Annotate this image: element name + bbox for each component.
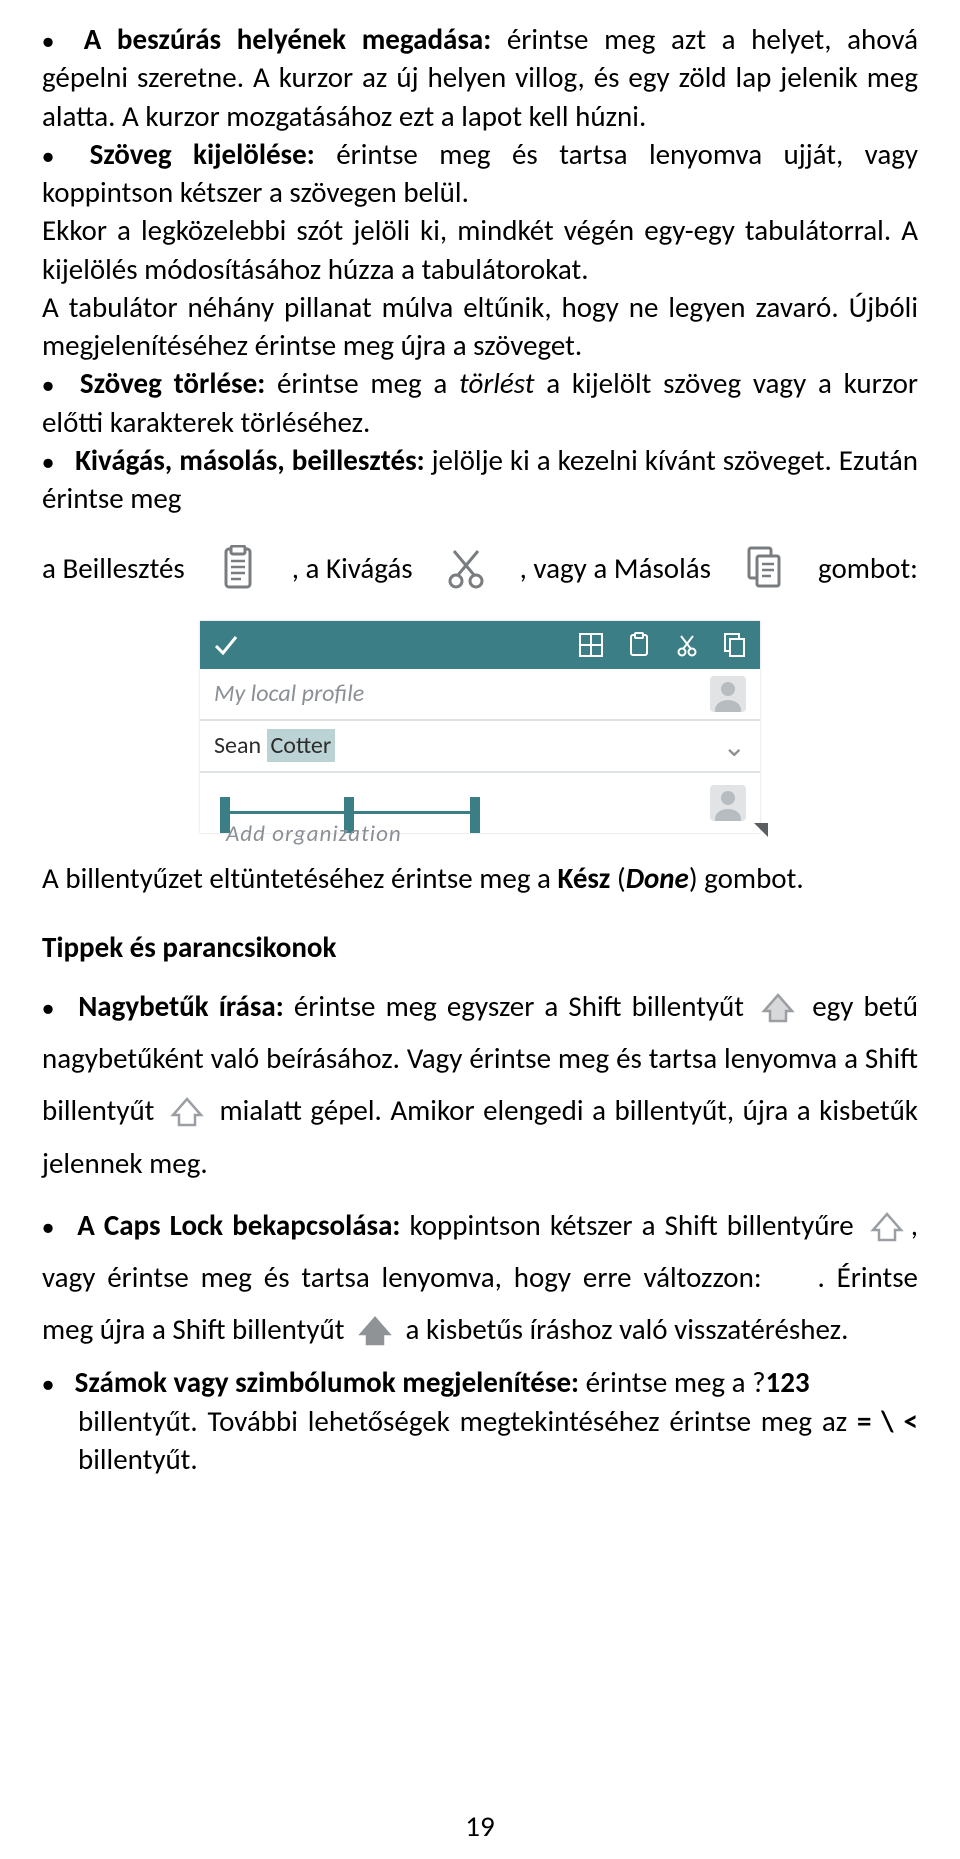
mock-label: Add organization: [226, 821, 402, 849]
bullet-cut-copy-paste: Kivágás, másolás, beillesztés: jelölje k…: [42, 441, 918, 518]
text: érintse meg a: [277, 365, 447, 401]
bullet-select-text: Szöveg kijelölése: érintse meg és tartsa…: [42, 135, 918, 212]
bullet-title: Számok vagy szimbólumok megjelenítése:: [75, 1364, 579, 1400]
bullet-title: A Caps Lock bekapcsolása:: [77, 1207, 400, 1243]
paste-icon: [216, 545, 260, 591]
copy-icon: [743, 545, 787, 591]
bullet-title: Nagybetűk írása:: [78, 988, 284, 1024]
bullet-title: Szöveg törlése:: [80, 365, 265, 401]
check-icon: [212, 631, 240, 659]
mock-row-org: Add organization: [200, 773, 760, 833]
shift-icon: [760, 991, 796, 1027]
paragraph: Ekkor a legközelebbi szót jelöli ki, min…: [42, 211, 918, 288]
bullet-capslock: A Caps Lock bekapcsolása: koppintson két…: [42, 1199, 918, 1356]
bullet-caps: Nagybetűk írása: érintse meg egyszer a S…: [42, 980, 918, 1189]
bullet-title: A beszúrás helyének megadása:: [84, 21, 492, 57]
text: (: [610, 860, 625, 896]
cut-icon: [444, 545, 488, 591]
bullet-title: Kivágás, másolás, beillesztés:: [75, 442, 425, 478]
ui-screenshot-mock: My local profile Sean Cotter ⌄ Add organ…: [200, 621, 760, 833]
mock-row-profile: My local profile: [200, 669, 760, 721]
text: a kisbetűs íráshoz való visszatéréshez.: [406, 1311, 849, 1347]
text: gombot:: [818, 549, 918, 587]
text: billentyűt.: [78, 1441, 198, 1477]
copy-icon: [722, 632, 748, 658]
text: érintse meg a ?: [586, 1364, 766, 1400]
icon-line: a Beillesztés , a Kivágás , vagy a Másol…: [42, 545, 918, 591]
text: ) gombot.: [689, 860, 804, 896]
text: érintse meg egyszer a Shift billentyűt: [294, 988, 744, 1024]
avatar-icon: [710, 785, 746, 821]
bold-italic-text: Done: [626, 860, 689, 896]
bullet-insert-position: A beszúrás helyének megadása: érintse me…: [42, 20, 918, 135]
text: , vagy a Másolás: [520, 549, 711, 587]
bold-text: 123: [766, 1364, 810, 1400]
text: Sean: [214, 731, 267, 760]
section-title: Tippek és parancsikonok: [42, 928, 918, 966]
bullet-numbers-symbols: Számok vagy szimbólumok megjelenítése: é…: [42, 1363, 918, 1401]
mock-row-name: Sean Cotter ⌄: [200, 721, 760, 773]
selected-text: Cotter: [267, 729, 336, 762]
mock-label: My local profile: [214, 680, 364, 709]
mock-toolbar: [200, 621, 760, 669]
italic-text: törlést: [459, 365, 534, 401]
text: koppintson kétszer a Shift billentyűre: [410, 1207, 854, 1243]
bold-text: = \ <: [857, 1403, 918, 1439]
page-number: 19: [0, 1807, 960, 1845]
paragraph: billentyűt. További lehetőségek megtekin…: [42, 1402, 918, 1479]
grid-icon: [578, 632, 604, 658]
document-page: A beszúrás helyének megadása: érintse me…: [0, 0, 960, 1859]
text: a Beillesztés: [42, 549, 185, 587]
mock-name: Sean Cotter: [214, 732, 335, 761]
text: A billentyűzet eltüntetéséhez érintse me…: [42, 860, 558, 896]
bullet-delete-text: Szöveg törlése: érintse meg a törlést a …: [42, 364, 918, 441]
shift-filled-icon: [357, 1314, 393, 1350]
resize-grip-icon: [754, 823, 768, 837]
text: billentyűt. További lehetőségek megtekin…: [78, 1403, 847, 1439]
avatar-icon: [710, 676, 746, 712]
paragraph-hide-keyboard: A billentyűzet eltüntetéséhez érintse me…: [42, 859, 918, 897]
bullet-title: Szöveg kijelölése:: [90, 136, 315, 172]
cut-icon: [674, 632, 700, 658]
chevron-down-icon: ⌄: [723, 730, 746, 764]
shift-icon: [869, 1210, 905, 1246]
paste-icon: [626, 632, 652, 658]
bold-text: Kész: [558, 860, 611, 896]
shift-icon: [169, 1095, 205, 1131]
paragraph: A tabulátor néhány pillanat múlva eltűni…: [42, 288, 918, 365]
text: , a Kivágás: [292, 549, 413, 587]
